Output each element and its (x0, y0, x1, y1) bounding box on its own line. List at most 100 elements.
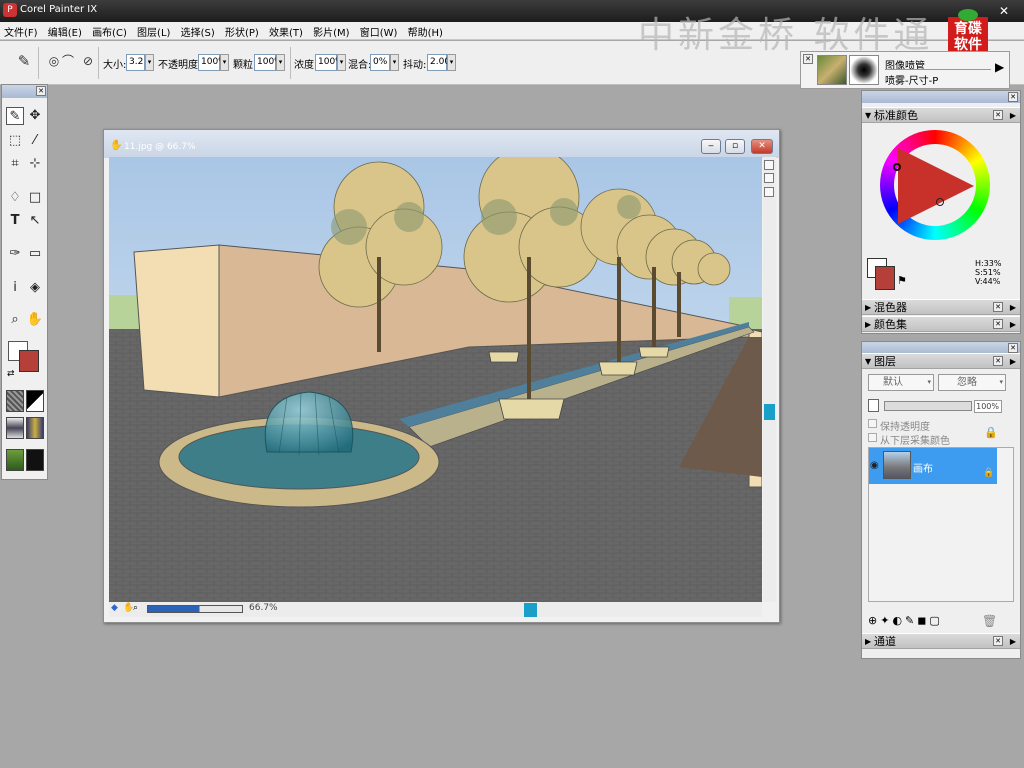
opacity-dropdown[interactable]: ▾ (220, 54, 229, 71)
layer-mask-icon[interactable]: ◐ (892, 614, 905, 627)
menu-arrow-icon[interactable]: ▶ (1010, 108, 1016, 123)
horizontal-scroll-thumb[interactable] (524, 603, 537, 617)
main-color-swatch[interactable] (19, 350, 39, 372)
menu-effects[interactable]: 效果(T) (265, 22, 306, 39)
dynamic-plugins-icon[interactable]: ✦ (880, 614, 892, 627)
rectangle-tool-icon[interactable]: □ (26, 189, 44, 207)
menu-window[interactable]: 窗口(W) (356, 22, 401, 39)
collapse-arrow-icon[interactable]: ▼ (865, 108, 871, 123)
window-close-button[interactable]: ✕ (995, 2, 1013, 20)
magnifier-tool-icon[interactable]: ⌕ (6, 311, 24, 329)
menu-edit[interactable]: 编辑(E) (44, 22, 85, 39)
menu-select[interactable]: 选择(S) (177, 22, 218, 39)
menu-help[interactable]: 帮助(H) (404, 22, 446, 39)
close-icon[interactable]: ✕ (993, 356, 1003, 366)
group-icon[interactable]: ▢ (929, 614, 942, 627)
color-sets-panel-header[interactable]: ▶ 颜色集 ✕ ▶ (862, 316, 1020, 332)
new-layer-icon[interactable]: ⊕ (868, 614, 880, 627)
close-icon[interactable]: ✕ (993, 302, 1003, 312)
opacity-slider[interactable] (884, 401, 972, 411)
saturation-value-triangle[interactable] (898, 148, 974, 224)
composite-method-select[interactable]: 默认 ▾ (868, 374, 934, 391)
color-picker-cursor[interactable] (936, 198, 944, 206)
close-icon[interactable]: ✕ (1008, 92, 1018, 102)
close-icon[interactable]: ✕ (36, 86, 46, 96)
pattern-selector-icon[interactable] (6, 417, 24, 439)
minimize-button[interactable]: ‒ (701, 139, 721, 154)
scroll-thumb[interactable] (764, 404, 775, 420)
size-field[interactable]: 3.2 (126, 54, 145, 71)
expand-arrow-icon[interactable]: ▶ (865, 317, 871, 332)
brush-tool-icon[interactable]: ✎ (6, 107, 24, 125)
jitter-field[interactable]: 2.00 (427, 54, 450, 71)
grabber-tool-icon[interactable]: ✋ (26, 311, 44, 329)
menu-layers[interactable]: 图层(L) (133, 22, 173, 39)
layers-panel-header[interactable]: ▼ 图层 ✕ ▶ (862, 353, 1020, 369)
menu-canvas[interactable]: 画布(C) (88, 22, 130, 39)
brush-variant-icon[interactable] (849, 55, 879, 85)
eraser-tool-icon[interactable]: ▭ (26, 245, 44, 263)
menu-movie[interactable]: 影片(M) (309, 22, 352, 39)
rect-select-tool-icon[interactable]: ⬚ (6, 132, 24, 150)
crop-tool-icon[interactable]: ⌗ (6, 155, 24, 173)
density-field[interactable]: 100% (315, 54, 344, 71)
brush-settings-icon[interactable]: ⊘ (76, 49, 100, 73)
eye-visibility-icon[interactable]: ◉ (870, 460, 879, 471)
composite-depth-select[interactable]: 忽略 ▾ (938, 374, 1006, 391)
menu-arrow-icon[interactable]: ▶ (1010, 300, 1016, 315)
brush-variant-label[interactable]: 喷雾-尺寸-P (885, 72, 938, 87)
main-color-swatch[interactable] (875, 266, 895, 290)
gradient-selector-icon[interactable] (26, 390, 44, 412)
close-icon[interactable]: ✕ (993, 319, 1003, 329)
color-icon[interactable]: ◼ (917, 614, 929, 627)
weaving-selector-icon[interactable] (26, 417, 44, 439)
paint-bucket-tool-icon[interactable]: ◈ (26, 279, 44, 297)
nozzle-selector-icon[interactable] (6, 449, 24, 471)
cloner-tool-icon[interactable]: ✑ (6, 245, 24, 263)
expand-arrow-icon[interactable]: ▶ (865, 300, 871, 315)
rotate-icon[interactable]: ◆ (111, 603, 118, 613)
canvas-image[interactable] (109, 157, 762, 602)
vertical-scrollbar[interactable] (763, 157, 776, 602)
grain-dropdown[interactable]: ▾ (276, 54, 285, 71)
density-dropdown[interactable]: ▾ (337, 54, 346, 71)
lock-icon[interactable]: 🔒 (984, 426, 998, 439)
swap-colors-icon[interactable]: ⇄ (7, 369, 15, 379)
menu-arrow-icon[interactable]: ▶ (1010, 354, 1016, 369)
menu-shapes[interactable]: 形状(P) (221, 22, 262, 39)
preserve-transparency-checkbox[interactable] (868, 419, 877, 428)
text-tool-icon[interactable]: T (6, 212, 24, 230)
layer-adjuster-tool-icon[interactable]: ✥ (26, 107, 44, 125)
clone-color-icon[interactable]: ⚑ (897, 274, 907, 287)
brush-menu-arrow-icon[interactable]: ▶ (995, 60, 1004, 74)
close-icon[interactable]: ✕ (803, 54, 813, 64)
hue-cursor[interactable] (893, 163, 901, 171)
grain-field[interactable]: 100% (254, 54, 283, 71)
maximize-button[interactable]: ▫ (725, 139, 745, 154)
look-selector-icon[interactable] (26, 449, 44, 471)
selection-adjuster-tool-icon[interactable]: ⊹ (26, 155, 44, 173)
menu-arrow-icon[interactable]: ▶ (1010, 317, 1016, 332)
size-dropdown[interactable]: ▾ (145, 54, 154, 71)
brush-icon[interactable]: ✎ (905, 614, 917, 627)
close-icon[interactable]: ✕ (993, 636, 1003, 646)
pick-up-color-checkbox[interactable] (868, 433, 877, 442)
navigator-icon[interactable] (764, 160, 774, 170)
brush-tool-icon[interactable]: ✎ (12, 49, 36, 73)
zoom-icon[interactable]: ⌕ (133, 603, 138, 613)
collapse-arrow-icon[interactable]: ▼ (865, 354, 871, 369)
opacity-field[interactable]: 100% (974, 400, 1002, 413)
menu-arrow-icon[interactable]: ▶ (1010, 634, 1016, 649)
zoom-slider[interactable] (147, 605, 243, 613)
opacity-field[interactable]: 100% (198, 54, 227, 71)
menu-file[interactable]: 文件(F) (0, 22, 41, 39)
brush-category-icon[interactable] (817, 55, 847, 85)
shape-select-tool-icon[interactable]: ↖ (26, 212, 44, 230)
dropper-tool-icon[interactable]: ⅰ (6, 279, 24, 297)
close-icon[interactable]: ✕ (1008, 343, 1018, 353)
expand-arrow-icon[interactable]: ▶ (865, 634, 871, 649)
pen-tool-icon[interactable]: ♢ (6, 189, 24, 207)
magic-wand-tool-icon[interactable]: ⁄ (26, 132, 44, 150)
trash-icon[interactable]: 🗑 (982, 614, 997, 628)
channels-panel-header[interactable]: ▶ 通道 ✕ ▶ (862, 633, 1020, 649)
